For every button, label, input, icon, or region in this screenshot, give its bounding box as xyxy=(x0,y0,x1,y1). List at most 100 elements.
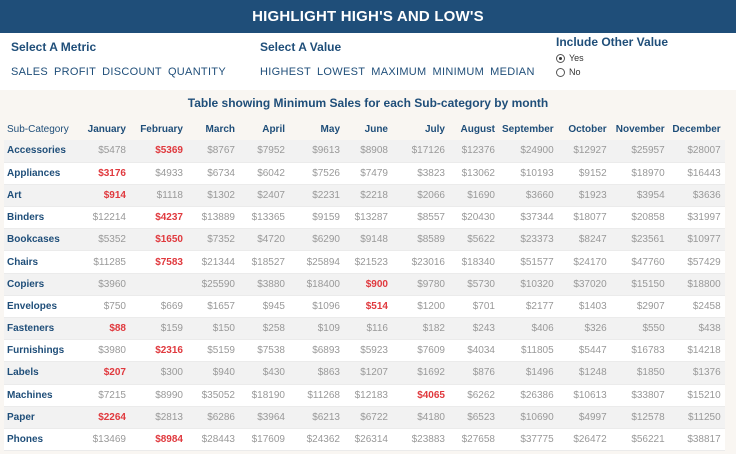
radio-yes-icon[interactable] xyxy=(556,53,565,63)
table-cell: $1302 xyxy=(187,184,239,208)
header-month: October xyxy=(568,124,607,135)
value-option-minimum[interactable]: MINIMUM xyxy=(433,66,485,78)
table-cell: $18190 xyxy=(239,384,289,407)
row-category: Appliances xyxy=(4,162,82,185)
metric-option-sales[interactable]: SALES xyxy=(11,66,48,78)
row-category: Accessories xyxy=(4,140,82,163)
table-cell: $23561 xyxy=(610,228,669,252)
table-cell: $23373 xyxy=(499,228,558,252)
row-category: Phones xyxy=(4,428,82,452)
table-cell: $20430 xyxy=(449,206,499,230)
table-cell: $4034 xyxy=(449,339,499,363)
row-category: Fasteners xyxy=(4,317,82,341)
table-cell: $12214 xyxy=(82,206,130,230)
table-cell: $26472 xyxy=(557,428,611,452)
table-row: Envelopes $750 $669 $1657 $945 $1096 $514 $1200… xyxy=(4,295,725,319)
table-cell: $18400 xyxy=(289,273,344,296)
radio-yes[interactable]: Yes xyxy=(556,52,668,64)
table-cell: $4720 xyxy=(239,228,289,252)
table-cell: $406 xyxy=(499,317,558,341)
header-month: December xyxy=(672,124,721,135)
table-cell: $150 xyxy=(187,317,239,341)
header-month: November xyxy=(615,124,665,135)
table-cell: $27658 xyxy=(449,428,499,452)
table-cell: $3636 xyxy=(668,184,725,208)
table-cell: $243 xyxy=(449,317,499,341)
table-cell: $14218 xyxy=(668,339,725,363)
table-row: Art $914 $1118 $1302 $2407 $2231 $2218 $2066 $16… xyxy=(4,184,725,208)
header-month: March xyxy=(205,124,235,135)
table-cell: $2177 xyxy=(499,295,558,319)
table-cell: $669 xyxy=(130,295,187,319)
table-cell: $1690 xyxy=(449,184,499,208)
table-cell: $8589 xyxy=(392,228,449,252)
table-cell: $20858 xyxy=(610,206,669,230)
table-cell: $57429 xyxy=(668,250,725,274)
row-category: Furnishings xyxy=(4,339,82,363)
table-cell: $13287 xyxy=(344,206,392,230)
table-cell: $18800 xyxy=(668,273,725,296)
value-option-maximum[interactable]: MAXIMUM xyxy=(371,66,426,78)
table-cell: $1248 xyxy=(557,361,611,385)
metric-selector: Select A Metric SALES PROFIT DISCOUNT QU… xyxy=(11,40,226,78)
radio-no[interactable]: No xyxy=(556,66,668,78)
table-cell: $24900 xyxy=(499,140,558,163)
table-cell: $8557 xyxy=(392,206,449,230)
table-cell: $5622 xyxy=(449,228,499,252)
row-category: Labels xyxy=(4,361,82,385)
value-option-median[interactable]: MEDIAN xyxy=(490,66,535,78)
table-cell: $5352 xyxy=(82,228,130,252)
header-subcategory: Sub-Category xyxy=(7,124,69,135)
table-cell: $2813 xyxy=(130,406,187,429)
table-cell: $13889 xyxy=(187,206,239,230)
header-month: February xyxy=(140,124,183,135)
table-cell: $2316 xyxy=(130,339,187,363)
row-category: Art xyxy=(4,184,82,208)
metric-option-profit[interactable]: PROFIT xyxy=(54,66,96,78)
table-cell: $37344 xyxy=(499,206,558,230)
table-cell: $900 xyxy=(344,273,392,296)
table-cell: $37020 xyxy=(557,273,611,296)
table-cell: $13062 xyxy=(449,162,499,185)
table-cell: $37775 xyxy=(499,428,558,452)
table-cell: $9159 xyxy=(289,206,344,230)
table-cell: $2231 xyxy=(289,184,344,208)
table-cell: $8908 xyxy=(344,140,392,163)
table-cell: $3823 xyxy=(392,162,449,185)
table-cell: $3880 xyxy=(239,273,289,296)
table-cell: $1692 xyxy=(392,361,449,385)
row-category: Chairs xyxy=(4,250,82,274)
table-row: Fasteners $88 $159 $150 $258 $109 $116 $182 $243… xyxy=(4,317,725,341)
value-option-lowest[interactable]: LOWEST xyxy=(317,66,365,78)
table-cell: $1118 xyxy=(130,184,187,208)
table-cell: $13469 xyxy=(82,428,130,452)
row-category: Binders xyxy=(4,206,82,230)
metric-option-quantity[interactable]: QUANTITY xyxy=(168,66,226,78)
table-cell: $2264 xyxy=(82,406,130,429)
header-month: September xyxy=(502,124,554,135)
table-cell: $6734 xyxy=(187,162,239,185)
metric-option-discount[interactable]: DISCOUNT xyxy=(102,66,162,78)
radio-no-icon[interactable] xyxy=(556,67,565,77)
table-cell: $31997 xyxy=(668,206,725,230)
table-cell: $945 xyxy=(239,295,289,319)
value-option-highest[interactable]: HIGHEST xyxy=(260,66,311,78)
table-cell: $18340 xyxy=(449,250,499,274)
table-cell: $5369 xyxy=(130,140,187,163)
table-cell: $9780 xyxy=(392,273,449,296)
table-cell xyxy=(130,273,187,296)
table-cell: $10977 xyxy=(668,228,725,252)
table-cell: $5730 xyxy=(449,273,499,296)
table-cell: $514 xyxy=(344,295,392,319)
table-cell: $35052 xyxy=(187,384,239,407)
table-row: Furnishings $3980 $2316 $5159 $7538 $6893 $592… xyxy=(4,339,725,363)
table-cell: $28007 xyxy=(668,140,725,163)
table-cell: $1376 xyxy=(668,361,725,385)
table-cell: $914 xyxy=(82,184,130,208)
table-cell: $550 xyxy=(610,317,669,341)
table-cell: $6042 xyxy=(239,162,289,185)
table-cell: $21523 xyxy=(344,250,392,274)
table-cell: $1650 xyxy=(130,228,187,252)
table-row: Machines $7215 $8990 $35052 $18190 $11268 $121… xyxy=(4,384,725,407)
table-cell: $2458 xyxy=(668,295,725,319)
